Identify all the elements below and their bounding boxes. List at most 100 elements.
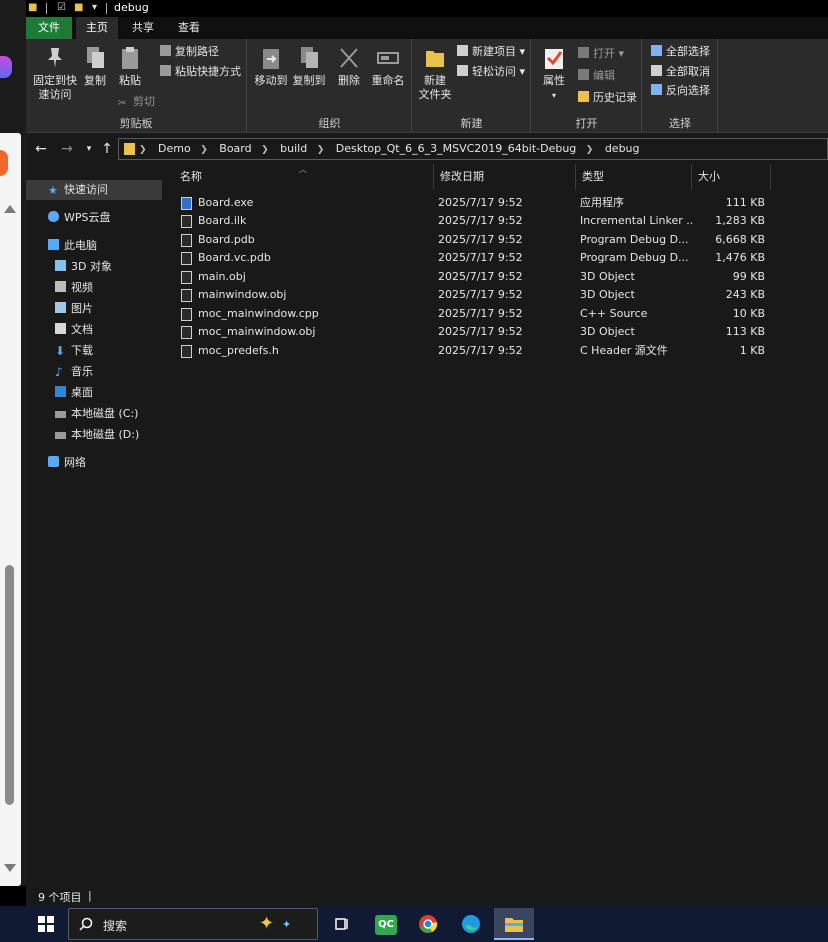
forward-arrow-icon[interactable]: → [58, 140, 76, 158]
cube-icon [55, 260, 66, 271]
invert-selection-button[interactable]: 反向选择 [651, 82, 710, 100]
table-row[interactable]: mainwindow.obj 2025/7/17 9:52 3D Object … [174, 286, 828, 304]
nav-drive-c[interactable]: 本地磁盘 (C:) [26, 404, 162, 424]
tab-share[interactable]: 共享 [122, 17, 164, 39]
column-header-size[interactable]: 大小 [692, 164, 771, 190]
app-icon-partial [0, 56, 12, 78]
tab-file[interactable]: 文件 [26, 17, 72, 39]
file-explorer-taskbar-icon[interactable] [494, 908, 534, 940]
column-header-name[interactable]: 名称 [174, 164, 434, 190]
picture-icon [55, 302, 66, 313]
copy-button[interactable]: 复制 [80, 45, 110, 88]
nav-pictures[interactable]: 图片 [26, 299, 162, 319]
paste-shortcut-button[interactable]: 粘贴快捷方式 [160, 63, 241, 81]
properties-button[interactable]: 属性 ▾ [536, 45, 572, 103]
properties-quick-icon[interactable]: ☑ [57, 2, 66, 13]
easy-access-button[interactable]: 轻松访问 ▾ [457, 63, 525, 81]
column-header-type[interactable]: 类型 [576, 164, 692, 190]
new-folder-quick-icon[interactable]: ■ [74, 2, 83, 13]
nav-this-pc[interactable]: 此电脑 [26, 236, 162, 256]
chrome-icon[interactable] [408, 908, 448, 940]
delete-x-icon [340, 48, 358, 68]
scroll-down-arrow-icon[interactable] [4, 864, 16, 872]
pdb-file-icon [181, 234, 192, 247]
nav-drive-d[interactable]: 本地磁盘 (D:) [26, 425, 162, 445]
up-arrow-icon[interactable]: ↑ [98, 140, 116, 158]
select-none-button[interactable]: 全部取消 [651, 63, 710, 81]
nav-documents[interactable]: 文档 [26, 320, 162, 340]
move-to-button[interactable]: 移动到 [252, 45, 290, 88]
scroll-up-arrow-icon[interactable] [4, 205, 16, 213]
qt-creator-icon[interactable]: QC [366, 908, 406, 940]
copy-path-button[interactable]: 复制路径 [160, 43, 219, 61]
delete-button[interactable]: 删除 [334, 45, 364, 88]
breadcrumb-desktop-qt[interactable]: Desktop_Qt_6_6_3_MSVC2019_64bit-Debug [336, 142, 577, 155]
ribbon-tabs: 文件 主页 共享 查看 [26, 17, 828, 39]
paste-button[interactable]: 粘贴 [114, 45, 146, 88]
customize-quick-access-icon[interactable]: ▾ [92, 2, 97, 13]
breadcrumb-demo[interactable]: Demo [158, 142, 191, 155]
open-group: 属性 ▾ 打开 ▾ 编辑 历史记录 打开 [532, 39, 642, 133]
nav-desktop[interactable]: 桌面 [26, 383, 162, 403]
nav-downloads[interactable]: ⬇ 下载 [26, 341, 162, 361]
nav-videos[interactable]: 视频 [26, 278, 162, 298]
column-headers: ︿ 名称 修改日期 类型 大小 [174, 164, 828, 190]
address-box[interactable]: ❯ Demo ❯ Board ❯ build ❯ Desktop_Qt_6_6_… [118, 138, 828, 160]
new-folder-button[interactable]: 新建 文件夹 [415, 45, 455, 102]
cpp-file-icon [181, 308, 192, 321]
breadcrumb-build[interactable]: build [280, 142, 307, 155]
new-item-button[interactable]: 新建项目 ▾ [457, 43, 525, 61]
task-view-icon[interactable] [322, 908, 362, 940]
taskbar-search-box[interactable]: 搜索 ✦ ✦ [68, 908, 318, 940]
nav-quick-access[interactable]: ★ 快速访问 [26, 180, 162, 200]
pin-to-quick-access-button[interactable]: 固定到快 速访问 [30, 45, 80, 102]
video-icon [55, 281, 66, 292]
tab-view[interactable]: 查看 [168, 17, 210, 39]
history-icon [578, 91, 589, 102]
navigation-pane: ★ 快速访问 WPS云盘 此电脑 3D 对象 视频 图片 文档 ⬇ 下载 ♪ 音乐 桌… [26, 172, 166, 886]
back-arrow-icon[interactable]: ← [32, 140, 50, 158]
table-row[interactable]: Board.pdb 2025/7/17 9:52 Program Debug D… [174, 231, 828, 249]
copilot-sparkle-icon: ✦ [259, 913, 275, 934]
windows-start-icon[interactable] [36, 914, 56, 934]
open-button[interactable]: 打开 ▾ [578, 45, 624, 63]
edge-icon[interactable] [451, 908, 491, 940]
file-explorer-window: ■ ☑ ■ ▾ debug 文件 主页 共享 查看 固定到快 速访问 复制 粘贴… [26, 0, 828, 906]
invert-selection-icon [651, 84, 662, 95]
sparkle-icon: ✦ [282, 918, 292, 931]
table-row[interactable]: moc_mainwindow.obj 2025/7/17 9:52 3D Obj… [174, 323, 828, 341]
paste-icon [122, 47, 138, 69]
nav-network[interactable]: 网络 [26, 453, 162, 473]
copy-to-button[interactable]: 复制到 [290, 45, 328, 88]
status-bar: 9 个项目 | [26, 886, 828, 906]
history-button[interactable]: 历史记录 [578, 89, 637, 107]
nav-wps-cloud[interactable]: WPS云盘 [26, 208, 162, 228]
cut-button[interactable]: ✂ 剪切 [118, 93, 155, 111]
table-row[interactable]: moc_mainwindow.cpp 2025/7/17 9:52 C++ So… [174, 305, 828, 323]
breadcrumb-board[interactable]: Board [219, 142, 251, 155]
table-row[interactable]: main.obj 2025/7/17 9:52 3D Object 99 KB [174, 268, 828, 286]
music-note-icon: ♪ [55, 365, 63, 379]
table-row[interactable]: Board.vc.pdb 2025/7/17 9:52 Program Debu… [174, 249, 828, 267]
exe-file-icon [181, 197, 192, 210]
pdb-file-icon [181, 252, 192, 265]
tab-home[interactable]: 主页 [76, 17, 118, 39]
nav-3d-objects[interactable]: 3D 对象 [26, 257, 162, 277]
rename-button[interactable]: 重命名 [368, 45, 408, 88]
network-icon [48, 456, 59, 467]
folder-icon [124, 143, 135, 155]
new-group-label: 新建 [460, 117, 483, 130]
scrollbar-thumb[interactable] [5, 565, 14, 805]
open-group-label: 打开 [575, 117, 598, 130]
breadcrumb-debug[interactable]: debug [605, 142, 640, 155]
column-header-date[interactable]: 修改日期 [434, 164, 576, 190]
select-all-button[interactable]: 全部选择 [651, 43, 710, 61]
table-row[interactable]: Board.ilk 2025/7/17 9:52 Incremental Lin… [174, 212, 828, 230]
nav-music[interactable]: ♪ 音乐 [26, 362, 162, 382]
open-icon [578, 47, 589, 58]
table-row[interactable]: moc_predefs.h 2025/7/17 9:52 C Header 源文… [174, 342, 828, 360]
file-list: ︿ 名称 修改日期 类型 大小 Board.exe 2025/7/17 9:52… [174, 164, 828, 886]
table-row[interactable]: Board.exe 2025/7/17 9:52 应用程序 111 KB [174, 194, 828, 212]
edit-button[interactable]: 编辑 [578, 67, 615, 85]
recent-locations-chevron-icon[interactable]: ▾ [80, 140, 98, 158]
